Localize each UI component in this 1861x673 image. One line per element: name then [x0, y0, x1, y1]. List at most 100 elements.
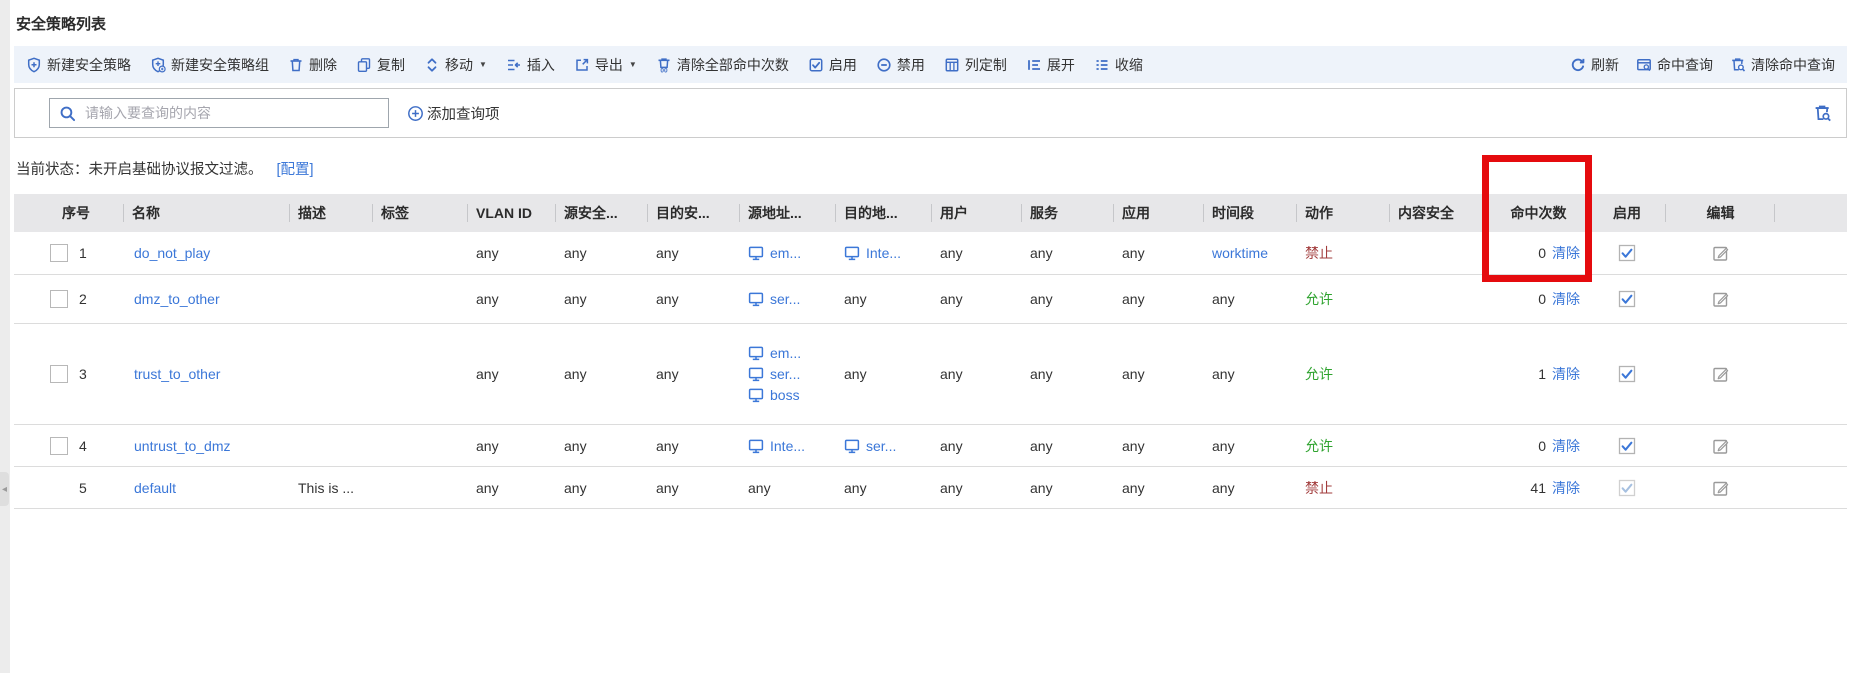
- cell-user: any: [932, 291, 1022, 307]
- cell-action: 禁止: [1297, 243, 1390, 263]
- address-object-link[interactable]: Inte...: [748, 438, 805, 454]
- toolbar-insert-button[interactable]: 插入: [506, 55, 555, 75]
- cell-vlan: any: [468, 291, 556, 307]
- toolbar-move-button[interactable]: 移动▼: [424, 55, 487, 75]
- toolbar-column-customize-button[interactable]: 列定制: [944, 55, 1007, 75]
- policy-name-link[interactable]: dmz_to_other: [134, 291, 220, 307]
- search-input[interactable]: [83, 104, 379, 122]
- column-header-17: 编辑: [1666, 194, 1775, 232]
- cell-enabled: [1588, 365, 1666, 383]
- clear-hits-link[interactable]: 清除: [1552, 364, 1580, 384]
- cell-hit-count: 0清除: [1489, 289, 1588, 309]
- toolbar-collapse-button[interactable]: 收缩: [1094, 55, 1143, 75]
- expand-icon: [1026, 57, 1042, 73]
- toolbar-delete-button[interactable]: 删除: [288, 55, 337, 75]
- toolbar-left: 新建安全策略新建安全策略组 删除 复制移动▼ 插入导出▼ 00清除全部命中次数启用禁用列…: [26, 55, 1143, 75]
- clear-hits-link[interactable]: 清除: [1552, 436, 1580, 456]
- caret-down-icon: ▼: [629, 60, 637, 69]
- trash-search-icon: [1730, 57, 1746, 73]
- export-icon: [574, 57, 590, 73]
- toolbar-copy-label: 复制: [377, 55, 405, 75]
- policy-row: 3trust_to_otheranyanyanyem...ser...bossa…: [14, 324, 1847, 425]
- cell-vlan: any: [468, 366, 556, 382]
- row-seq: 5: [79, 480, 87, 496]
- clear-hits-link[interactable]: 清除: [1552, 289, 1580, 309]
- cell-src-zone: any: [556, 291, 648, 307]
- cell-application: any: [1114, 438, 1204, 454]
- cell-dst-address: Inte...: [836, 245, 932, 261]
- policy-row: 2dmz_to_otheranyanyanyser...anyanyanyany…: [14, 275, 1847, 324]
- edit-icon[interactable]: [1712, 437, 1730, 455]
- cell-src-zone: any: [556, 480, 648, 496]
- cell-user: any: [932, 366, 1022, 382]
- cell-schedule: worktime: [1204, 245, 1297, 261]
- action-label: 允许: [1305, 364, 1333, 384]
- policy-name-link[interactable]: do_not_play: [134, 245, 210, 261]
- toolbar-hit-query-button[interactable]: 命中查询: [1636, 55, 1713, 75]
- toolbar-refresh-button[interactable]: 刷新: [1570, 55, 1619, 75]
- schedule-link[interactable]: worktime: [1212, 245, 1268, 261]
- plus-circle-icon: [407, 105, 424, 122]
- enabled-checkbox-icon[interactable]: [1618, 244, 1636, 262]
- toolbar-disable-button[interactable]: 禁用: [876, 55, 925, 75]
- toolbar-clear-hit-query-button[interactable]: 清除命中查询: [1730, 55, 1835, 75]
- row-select-checkbox[interactable]: [50, 244, 68, 262]
- row-seq: 2: [79, 291, 87, 307]
- toolbar-new-policy-group-button[interactable]: 新建安全策略组: [150, 55, 269, 75]
- address-any: any: [748, 480, 771, 496]
- monitor-icon: [748, 387, 764, 403]
- enabled-checkbox-icon[interactable]: [1618, 290, 1636, 308]
- toolbar-expand-button[interactable]: 展开: [1026, 55, 1075, 75]
- cell-schedule: any: [1204, 366, 1297, 382]
- column-header-11: 应用: [1114, 194, 1204, 232]
- collapse-icon: [1094, 57, 1110, 73]
- policy-name-link[interactable]: default: [134, 480, 176, 496]
- cell-edit: [1666, 244, 1775, 262]
- toolbar-enable-button[interactable]: 启用: [808, 55, 857, 75]
- cell-src-address: em... ser... boss: [740, 345, 836, 403]
- clear-hits-link[interactable]: 清除: [1552, 243, 1580, 263]
- toolbar-new-policy-button[interactable]: 新建安全策略: [26, 55, 131, 75]
- address-object-link[interactable]: Inte...: [844, 245, 901, 261]
- panel-collapse-handle[interactable]: ◂: [0, 472, 9, 506]
- trash-counter-icon: 00: [656, 57, 672, 73]
- row-select-checkbox[interactable]: [50, 290, 68, 308]
- row-seq: 1: [79, 245, 87, 261]
- row-select-checkbox[interactable]: [50, 437, 68, 455]
- config-link[interactable]: [配置]: [277, 162, 314, 178]
- address-object-link[interactable]: em...: [748, 245, 801, 261]
- toolbar-delete-label: 删除: [309, 55, 337, 75]
- toolbar-clear-all-hits-button[interactable]: 00清除全部命中次数: [656, 55, 789, 75]
- toolbar-export-button[interactable]: 导出▼: [574, 55, 637, 75]
- hit-count-value: 1: [1538, 366, 1546, 382]
- address-object-link[interactable]: ser...: [844, 438, 896, 454]
- toolbar-new-policy-label: 新建安全策略: [47, 55, 131, 75]
- edit-icon[interactable]: [1712, 290, 1730, 308]
- toolbar-copy-button[interactable]: 复制: [356, 55, 405, 75]
- hit-count-value: 41: [1530, 480, 1546, 496]
- column-header-9: 用户: [932, 194, 1022, 232]
- status-text: 未开启基础协议报文过滤。: [89, 162, 263, 178]
- address-object-link[interactable]: ser...: [748, 366, 800, 382]
- cell-application: any: [1114, 366, 1204, 382]
- column-header-13: 动作: [1297, 194, 1390, 232]
- enabled-checkbox-icon[interactable]: [1618, 437, 1636, 455]
- row-select-checkbox[interactable]: [50, 365, 68, 383]
- address-object-link[interactable]: boss: [748, 387, 800, 403]
- cell-hit-count: 41 清除: [1489, 478, 1588, 498]
- edit-icon[interactable]: [1712, 479, 1730, 497]
- policy-name-link[interactable]: trust_to_other: [134, 366, 220, 382]
- toolbar-refresh-label: 刷新: [1591, 55, 1619, 75]
- add-query-button[interactable]: 添加查询项: [407, 103, 500, 124]
- address-object-link[interactable]: em...: [748, 345, 801, 361]
- trash-icon: [288, 57, 304, 73]
- policy-name-link[interactable]: untrust_to_dmz: [134, 438, 231, 454]
- enabled-checkbox-icon[interactable]: [1618, 365, 1636, 383]
- clear-hits-link[interactable]: 清除: [1552, 478, 1580, 498]
- address-object-link[interactable]: ser...: [748, 291, 800, 307]
- column-header-3: 标签: [373, 194, 468, 232]
- row-seq: 4: [79, 438, 87, 454]
- edit-icon[interactable]: [1712, 365, 1730, 383]
- edit-icon[interactable]: [1712, 244, 1730, 262]
- clear-search-icon[interactable]: [1813, 104, 1832, 123]
